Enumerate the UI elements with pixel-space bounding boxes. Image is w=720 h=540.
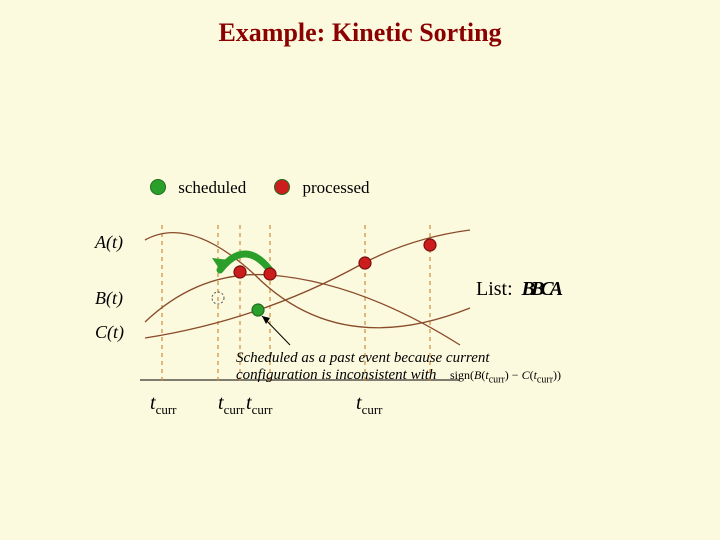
t-label-2: tcurr	[218, 392, 245, 418]
dot-scheduled-icon	[150, 179, 166, 195]
dot-processed-icon	[274, 179, 290, 195]
t-label-1: tcurr	[150, 392, 177, 418]
note-line-1: Scheduled as a past event because curren…	[236, 350, 490, 366]
t-label-3: tcurr	[246, 392, 273, 418]
formula: sign(B(tcurr) − C(tcurr))	[450, 368, 561, 385]
axis-label-C: C(t)	[95, 322, 124, 343]
list-label: List:	[476, 278, 513, 300]
t-label-4: tcurr	[356, 392, 383, 418]
legend: scheduled processed	[150, 178, 370, 198]
legend-processed: processed	[274, 178, 369, 198]
slide: Example: Kinetic Sorting scheduled proce…	[0, 0, 720, 540]
legend-processed-label: processed	[302, 178, 369, 197]
list-display: List: BBCA	[476, 278, 559, 301]
note-line-2: configuration is inconsistent with	[236, 367, 436, 383]
legend-scheduled: scheduled	[150, 178, 246, 198]
legend-scheduled-label: scheduled	[178, 178, 246, 197]
list-value: BBCA	[518, 278, 559, 300]
page-title: Example: Kinetic Sorting	[0, 18, 720, 48]
axis-label-B: B(t)	[95, 288, 123, 309]
axis-label-A: A(t)	[95, 232, 123, 253]
